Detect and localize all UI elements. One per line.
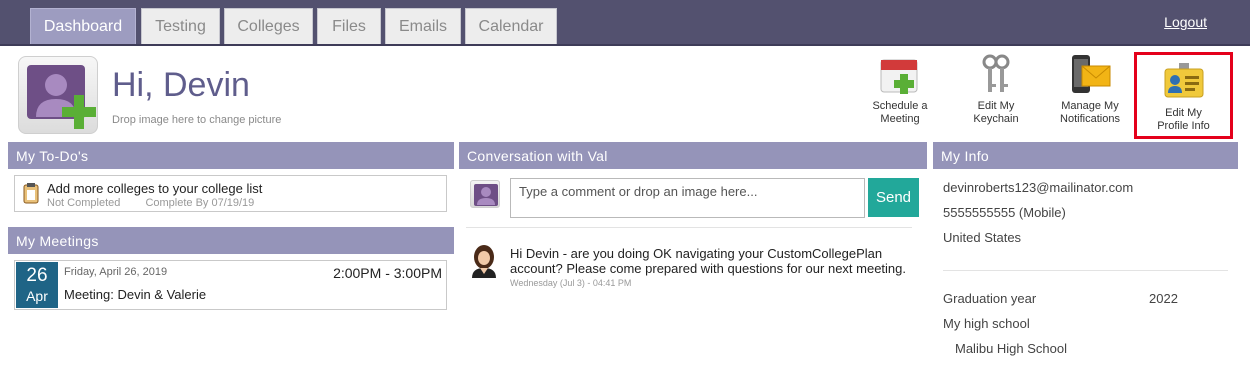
counselor-photo-icon [468,244,500,278]
my-avatar [470,180,500,208]
drop-image-hint: Drop image here to change picture [112,114,282,126]
todo-title: Add more colleges to your college list [47,181,263,196]
clipboard-icon [23,183,39,204]
id-card-icon [1162,61,1206,101]
meeting-time: 2:00PM - 3:00PM [333,265,442,281]
schedule-meeting-button[interactable]: Schedule a Meeting [852,54,948,136]
meetings-panel-header: My Meetings [8,227,454,254]
message-text: Hi Devin - are you doing OK navigating y… [510,246,907,276]
graduation-year-label: Graduation year [943,291,1037,306]
edit-keychain-label-1: Edit My [977,100,1015,112]
message-timestamp: Wednesday (Jul 3) - 04:41 PM [510,278,632,288]
send-button[interactable]: Send [868,178,919,217]
manage-notifications-label-2: Notifications [1060,113,1120,125]
schedule-meeting-label-1: Schedule a [872,100,928,112]
counselor-avatar [468,244,500,278]
meeting-date-badge: 26 Apr [16,262,58,308]
graduation-year-value: 2022 [1149,291,1178,306]
meeting-date-text: Friday, April 26, 2019 [64,266,168,278]
meeting-item[interactable]: 26 Apr Friday, April 26, 2019 2:00PM - 3… [14,260,447,310]
todo-item[interactable]: Add more colleges to your college list N… [14,175,447,212]
todo-status: Not Completed [47,197,121,209]
tab-colleges[interactable]: Colleges [224,8,313,44]
page-title: Hi, Devin [112,66,250,104]
info-divider [943,270,1228,271]
comment-input[interactable] [510,178,865,218]
high-school-label: My high school [943,316,1030,331]
tab-dashboard[interactable]: Dashboard [30,8,136,44]
high-school-value: Malibu High School [955,341,1068,356]
edit-profile-info-button[interactable]: Edit My Profile Info [1134,52,1233,139]
meeting-day: 26 [26,265,48,286]
my-info-panel-header: My Info [933,142,1238,169]
edit-keychain-button[interactable]: Edit My Keychain [948,54,1044,136]
manage-notifications-button[interactable]: Manage My Notifications [1042,54,1138,136]
todo-due-date: Complete By 07/19/19 [145,197,255,209]
tab-testing[interactable]: Testing [141,8,220,44]
keys-icon [974,54,1018,94]
tab-calendar[interactable]: Calendar [465,8,557,44]
logout-link[interactable]: Logout [1164,14,1207,30]
calendar-plus-icon [878,54,922,94]
schedule-meeting-label-2: Meeting [880,113,920,125]
edit-profile-label-1: Edit My [1165,107,1202,119]
conversation-panel-header: Conversation with Val [459,142,927,169]
info-phone: 5555555555 (Mobile) [943,205,1066,220]
todo-meta: Not Completed Complete By 07/19/19 [47,197,276,209]
edit-keychain-label-2: Keychain [973,113,1019,125]
tab-emails[interactable]: Emails [385,8,461,44]
conversation-divider [466,227,912,228]
user-icon [474,184,498,206]
info-country: United States [943,230,1022,245]
profile-picture[interactable] [18,56,98,134]
phone-mail-icon [1068,54,1112,94]
meeting-title: Meeting: Devin & Valerie [64,287,207,302]
manage-notifications-label-1: Manage My [1061,100,1119,112]
edit-profile-label-2: Profile Info [1157,120,1210,132]
add-user-icon [27,65,96,129]
info-email: devinroberts123@mailinator.com [943,180,1134,195]
top-nav: Dashboard Testing Colleges Files Emails … [0,0,1250,46]
todo-panel-header: My To-Do's [8,142,454,169]
tab-files[interactable]: Files [317,8,381,44]
meeting-month: Apr [26,288,48,304]
